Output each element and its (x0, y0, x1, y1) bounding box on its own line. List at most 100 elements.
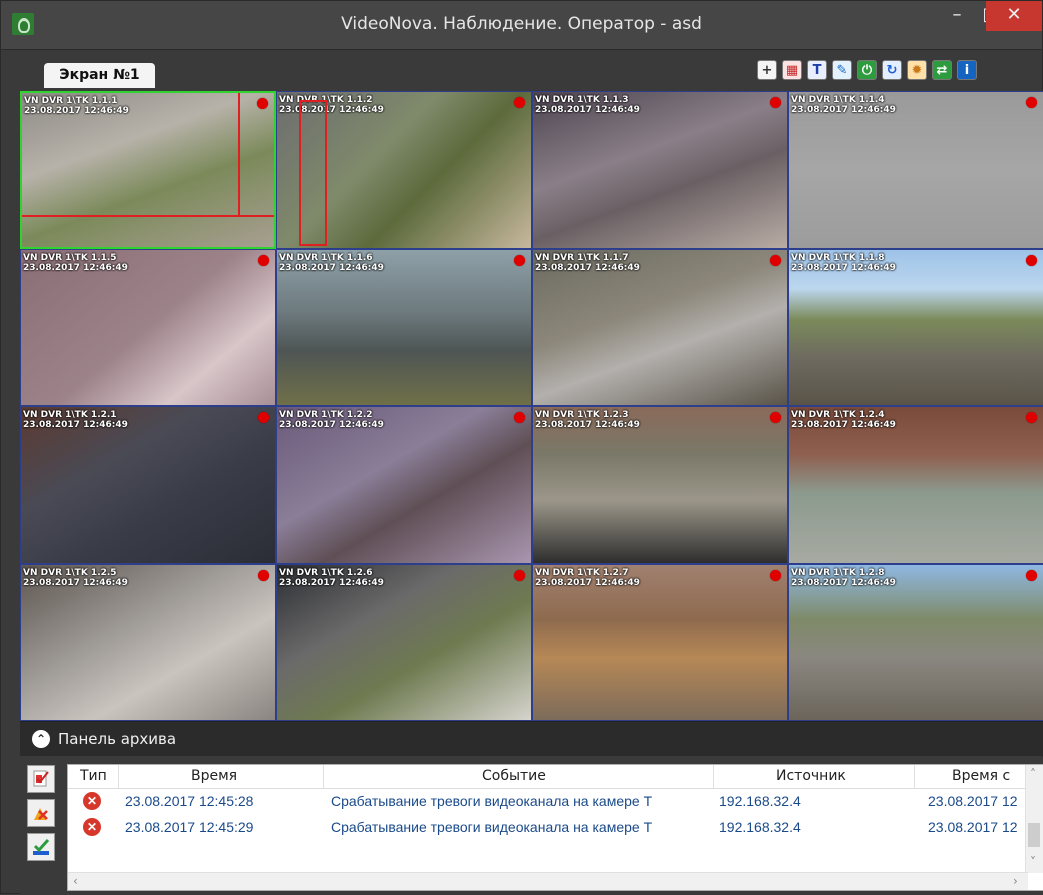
refresh-icon[interactable]: ↻ (882, 60, 902, 80)
camera-name: VN DVR 1\TK 1.2.8 (791, 567, 885, 578)
scroll-left-icon[interactable]: ‹ (73, 874, 78, 888)
settings-icon[interactable]: ✹ (907, 60, 927, 80)
window-title: VideoNova. Наблюдение. Оператор - asd (341, 14, 702, 34)
scroll-up-icon[interactable]: ˄ (1030, 767, 1036, 781)
camera-tile[interactable]: VN DVR 1\TK 1.2.7 23.08.2017 12:46:49 (532, 563, 788, 721)
camera-label: VN DVR 1\TK 1.1.8 23.08.2017 12:46:49 (791, 253, 896, 273)
error-icon: ✕ (83, 818, 101, 836)
clear-report-icon[interactable] (27, 799, 55, 827)
camera-label: VN DVR 1\TK 1.2.5 23.08.2017 12:46:49 (23, 568, 128, 588)
recording-indicator-icon (514, 254, 525, 266)
recording-indicator-icon (258, 569, 269, 581)
monitor-icon[interactable]: ⏻ (857, 60, 877, 80)
toolbar-icons: + ▦ T ✎ ⏻ ↻ ✹ ⇄ i (757, 60, 977, 82)
recording-indicator-icon (514, 97, 525, 108)
recording-indicator-icon (514, 412, 525, 423)
recording-indicator-icon (770, 97, 781, 108)
horizontal-scrollbar[interactable]: ‹ › (68, 872, 1028, 890)
camera-tile[interactable]: VN DVR 1\TK 1.2.1 23.08.2017 12:46:49 (20, 406, 276, 564)
scroll-right-icon[interactable]: › (1013, 874, 1018, 888)
text-icon[interactable]: T (807, 60, 827, 80)
recording-indicator-icon (257, 98, 268, 109)
event-time: 23.08.2017 12:45:28 (125, 793, 254, 809)
event-text: Срабатывание тревоги видеоканала на каме… (331, 793, 653, 809)
camera-tile[interactable]: VN DVR 1\TK 1.1.5 23.08.2017 12:46:49 (20, 248, 276, 406)
event-text: Срабатывание тревоги видеоканала на каме… (331, 819, 653, 835)
table-row[interactable]: ✕ 23.08.2017 12:45:28 Срабатывание трево… (68, 791, 1043, 813)
column-source[interactable]: Источник (776, 768, 846, 784)
close-button[interactable]: ✕ (986, 1, 1042, 31)
vertical-scrollbar[interactable]: ˄ ˅ (1025, 765, 1043, 873)
camera-label: VN DVR 1\TK 1.2.3 23.08.2017 12:46:49 (535, 410, 640, 430)
camera-name: VN DVR 1\TK 1.2.7 (535, 567, 629, 578)
recording-indicator-icon (1026, 254, 1037, 266)
camera-tile[interactable]: VN DVR 1\TK 1.2.4 23.08.2017 12:46:49 (788, 406, 1043, 564)
camera-timestamp: 23.08.2017 12:46:49 (535, 577, 640, 588)
column-event[interactable]: Событие (482, 768, 546, 784)
info-icon[interactable]: i (957, 60, 977, 80)
camera-timestamp: 23.08.2017 12:46:49 (535, 262, 640, 273)
camera-tile[interactable]: VN DVR 1\TK 1.1.3 23.08.2017 12:46:49 (532, 91, 788, 249)
camera-name: VN DVR 1\TK 1.1.2 (279, 95, 373, 105)
camera-label: VN DVR 1\TK 1.2.7 23.08.2017 12:46:49 (535, 568, 640, 588)
camera-timestamp: 23.08.2017 12:46:49 (279, 577, 384, 588)
detection-line (238, 93, 240, 217)
app-window: VideoNova. Наблюдение. Оператор - asd – … (0, 0, 1043, 895)
camera-tile[interactable]: VN DVR 1\TK 1.1.1 23.08.2017 12:46:49 (20, 91, 276, 249)
camera-name: VN DVR 1\TK 1.1.8 (791, 252, 885, 263)
camera-timestamp: 23.08.2017 12:46:49 (791, 105, 896, 115)
switch-icon[interactable]: ⇄ (932, 60, 952, 80)
brush-icon[interactable]: ✎ (832, 60, 852, 80)
camera-name: VN DVR 1\TK 1.2.5 (23, 567, 117, 578)
camera-timestamp: 23.08.2017 12:46:49 (279, 105, 384, 115)
tab-screen-1[interactable]: Экран №1 (44, 63, 155, 88)
camera-tile[interactable]: VN DVR 1\TK 1.2.3 23.08.2017 12:46:49 (532, 406, 788, 564)
camera-timestamp: 23.08.2017 12:46:49 (24, 106, 129, 116)
camera-timestamp: 23.08.2017 12:46:49 (279, 262, 384, 273)
add-icon[interactable]: + (757, 60, 777, 80)
camera-label: VN DVR 1\TK 1.2.8 23.08.2017 12:46:49 (791, 568, 896, 588)
recording-indicator-icon (770, 254, 781, 266)
camera-tile[interactable]: VN DVR 1\TK 1.1.4 23.08.2017 12:46:49 (788, 91, 1043, 249)
camera-tile[interactable]: VN DVR 1\TK 1.1.7 23.08.2017 12:46:49 (532, 248, 788, 406)
camera-tile[interactable]: VN DVR 1\TK 1.2.5 23.08.2017 12:46:49 (20, 563, 276, 721)
camera-name: VN DVR 1\TK 1.1.6 (279, 252, 373, 263)
camera-tile[interactable]: VN DVR 1\TK 1.1.6 23.08.2017 12:46:49 (276, 248, 532, 406)
grid-alert-icon[interactable]: ▦ (782, 60, 802, 80)
column-time2[interactable]: Время с (952, 768, 1010, 784)
camera-tile[interactable]: VN DVR 1\TK 1.1.2 23.08.2017 12:46:49 (276, 91, 532, 249)
camera-tile[interactable]: VN DVR 1\TK 1.2.8 23.08.2017 12:46:49 (788, 563, 1043, 721)
camera-tile[interactable]: VN DVR 1\TK 1.1.8 23.08.2017 12:46:49 (788, 248, 1043, 406)
archive-panel: Тип Время Событие Источник Время с ✕ 23.… (20, 757, 1043, 895)
camera-name: VN DVR 1\TK 1.1.3 (535, 95, 629, 105)
camera-label: VN DVR 1\TK 1.2.6 23.08.2017 12:46:49 (279, 568, 384, 588)
camera-label: VN DVR 1\TK 1.2.4 23.08.2017 12:46:49 (791, 410, 896, 430)
camera-timestamp: 23.08.2017 12:46:49 (535, 420, 640, 430)
camera-label: VN DVR 1\TK 1.1.3 23.08.2017 12:46:49 (535, 95, 640, 115)
archive-panel-title: Панель архива (58, 730, 177, 748)
confirm-report-icon[interactable] (27, 833, 55, 861)
scroll-down-icon[interactable]: ˅ (1030, 855, 1036, 869)
camera-timestamp: 23.08.2017 12:46:49 (791, 262, 896, 273)
collapse-archive-icon[interactable]: ⌃ (32, 730, 50, 748)
archive-side-toolbar (27, 765, 57, 867)
event-table: Тип Время Событие Источник Время с ✕ 23.… (67, 764, 1043, 891)
scroll-thumb[interactable] (1028, 823, 1040, 847)
title-bar: VideoNova. Наблюдение. Оператор - asd – … (1, 1, 1042, 50)
camera-label: VN DVR 1\TK 1.1.5 23.08.2017 12:46:49 (23, 253, 128, 273)
column-time[interactable]: Время (191, 768, 237, 784)
camera-tile[interactable]: VN DVR 1\TK 1.2.6 23.08.2017 12:46:49 (276, 563, 532, 721)
error-icon: ✕ (83, 792, 101, 810)
camera-name: VN DVR 1\TK 1.2.1 (23, 410, 117, 420)
toolbar: Экран №1 + ▦ T ✎ ⏻ ↻ ✹ ⇄ i (1, 50, 1042, 88)
archive-panel-header[interactable]: ⌃ Панель архива (20, 721, 1043, 756)
event-time2: 23.08.2017 12 (928, 793, 1018, 809)
check-report-icon[interactable] (27, 765, 55, 793)
camera-label: VN DVR 1\TK 1.1.1 23.08.2017 12:46:49 (24, 96, 129, 116)
table-row[interactable]: ✕ 23.08.2017 12:45:29 Срабатывание трево… (68, 817, 1043, 839)
camera-tile[interactable]: VN DVR 1\TK 1.2.2 23.08.2017 12:46:49 (276, 406, 532, 564)
column-type[interactable]: Тип (80, 768, 107, 784)
event-source: 192.168.32.4 (719, 819, 801, 835)
camera-label: VN DVR 1\TK 1.1.7 23.08.2017 12:46:49 (535, 253, 640, 273)
camera-timestamp: 23.08.2017 12:46:49 (535, 105, 640, 115)
